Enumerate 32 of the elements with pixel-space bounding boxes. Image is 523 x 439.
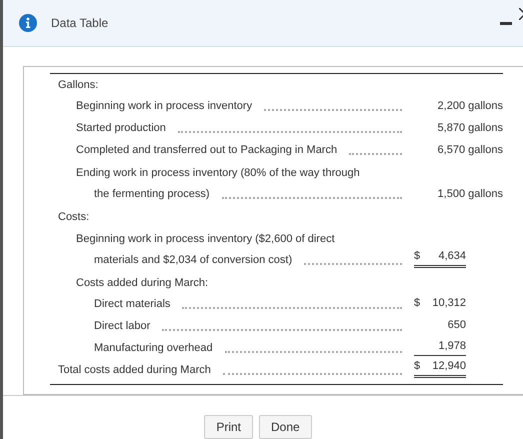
row-label: Manufacturing overhead — [94, 340, 213, 356]
amount: 1,978 — [438, 338, 466, 354]
row-label: Completed and transferred out to Packaging in March — [76, 142, 338, 158]
row-label: Ending work in process inventory (80% of the way through — [76, 166, 360, 181]
row-label: Direct materials — [94, 296, 170, 312]
window-title: Data Table — [51, 15, 108, 32]
currency-symbol: $ — [414, 248, 420, 264]
info-icon — [19, 14, 37, 32]
dialog-button[interactable]: Print — [204, 415, 253, 439]
row-label: Beginning work in process inventory — [76, 98, 252, 114]
amount: 6,570 gallons — [438, 142, 503, 158]
row-label: the fermenting process) — [94, 186, 210, 202]
row-label: Started production — [76, 120, 166, 136]
row-label: Direct labor — [94, 318, 150, 334]
row-label: Beginning work in process inventory ($2,600 of direct — [76, 232, 335, 247]
section-heading: Costs: — [58, 210, 90, 225]
amount: 1,500 gallons — [438, 186, 503, 202]
amount: 2,200 gallons — [438, 98, 503, 114]
amount: 10,312 — [432, 296, 466, 310]
close-icon[interactable] — [519, 8, 523, 20]
amount: 5,870 gallons — [438, 120, 503, 136]
amount: 12,940 — [432, 358, 466, 374]
leader-dots — [349, 153, 402, 155]
currency-symbol: $ — [414, 296, 420, 310]
amount: 650 — [448, 318, 466, 332]
section-heading: Gallons: — [58, 78, 98, 93]
amount: 4,634 — [438, 248, 466, 264]
row-label: materials and $2,034 of conversion cost) — [94, 252, 292, 268]
row-label: Total costs added during March — [58, 362, 211, 378]
section-heading: Costs added during March: — [76, 276, 208, 291]
currency-symbol: $ — [414, 358, 420, 374]
dialog-button[interactable]: Done — [259, 415, 312, 439]
